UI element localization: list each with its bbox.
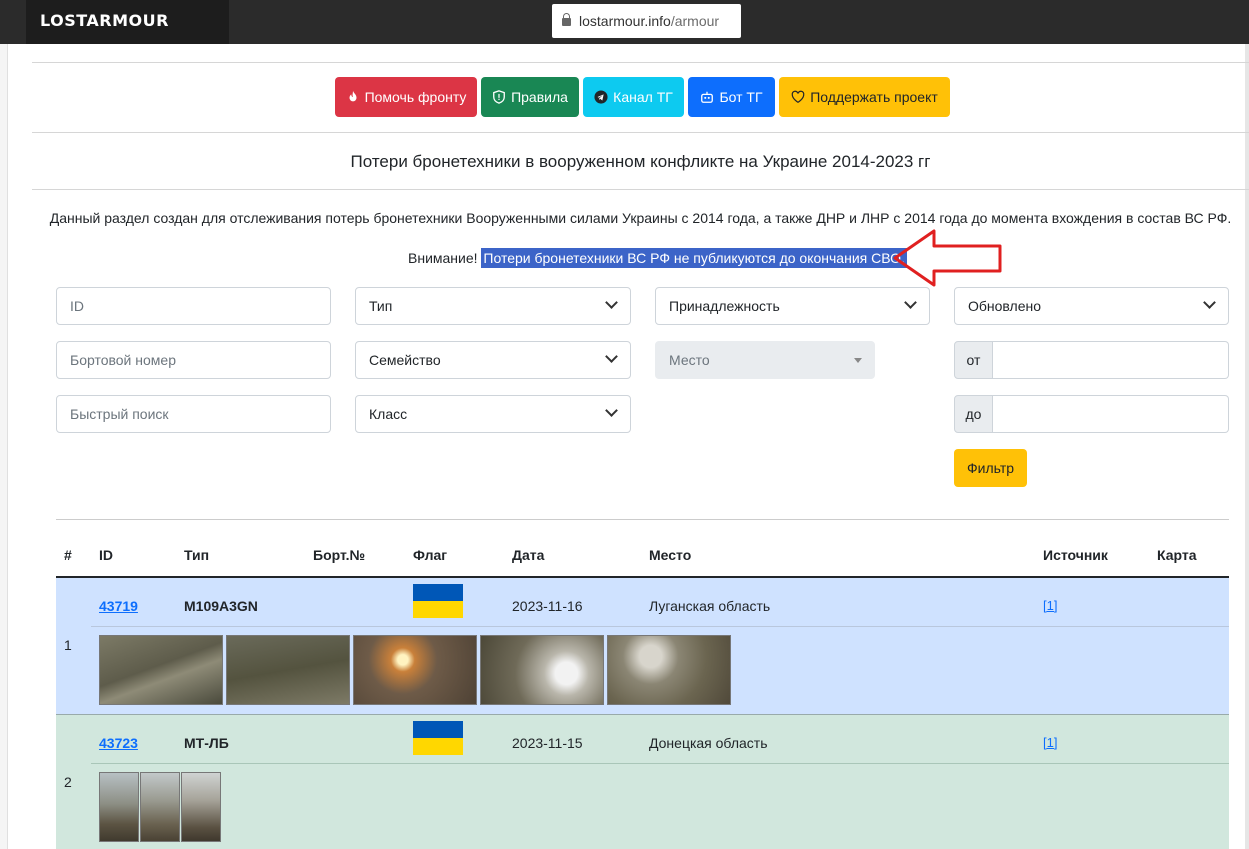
ukraine-flag-icon bbox=[413, 721, 463, 755]
fire-icon bbox=[349, 90, 357, 102]
help-front-label: Помочь фронту bbox=[364, 89, 467, 105]
page-description: Данный раздел создан для отслеживания по… bbox=[49, 210, 1232, 226]
site-logo[interactable]: LOSTARMOUR bbox=[26, 0, 229, 44]
row-id-link[interactable]: 43719 bbox=[99, 598, 138, 614]
support-project-button[interactable]: Поддержать проект bbox=[779, 77, 950, 117]
table-row: 1 43719 M109A3GN 2023-11-16 Луганская об… bbox=[56, 578, 1229, 714]
col-header-place[interactable]: Место bbox=[649, 547, 691, 563]
family-select-label: Семейство bbox=[369, 352, 441, 368]
date-to-label: до bbox=[954, 395, 993, 433]
rules-label: Правила bbox=[511, 89, 568, 105]
affiliation-select-label: Принадлежность bbox=[669, 298, 780, 314]
photo-strip bbox=[99, 772, 221, 842]
url-host: lostarmour.info bbox=[579, 13, 671, 29]
class-select[interactable]: Класс bbox=[355, 395, 631, 433]
photo-thumbnail[interactable] bbox=[226, 635, 350, 705]
place-select[interactable]: Место bbox=[655, 341, 875, 379]
row-divider bbox=[91, 626, 1229, 627]
row-type: МТ-ЛБ bbox=[184, 735, 229, 751]
shield-icon bbox=[493, 90, 505, 104]
place-select-label: Место bbox=[669, 352, 710, 368]
date-from-label: от bbox=[954, 341, 993, 379]
col-header-num: # bbox=[64, 547, 72, 563]
telegram-icon bbox=[594, 90, 608, 104]
ukraine-flag-icon bbox=[413, 584, 463, 618]
warning-label: Внимание! bbox=[408, 250, 478, 266]
id-input[interactable]: ID bbox=[56, 287, 331, 325]
photo-thumbnail[interactable] bbox=[607, 635, 731, 705]
row-number: 1 bbox=[64, 637, 72, 653]
updated-select[interactable]: Обновлено bbox=[954, 287, 1229, 325]
col-header-id[interactable]: ID bbox=[99, 547, 113, 563]
header-nav: Помочь фронту Правила Канал ТГ Бот ТГ По… bbox=[335, 77, 950, 117]
caret-down-icon bbox=[854, 358, 862, 363]
warning-notice: Внимание! Потери бронетехники ВС РФ не п… bbox=[408, 248, 907, 268]
quick-search-input[interactable]: Быстрый поиск bbox=[56, 395, 331, 433]
left-edge bbox=[0, 44, 8, 849]
photo-thumbnail[interactable] bbox=[480, 635, 604, 705]
address-bar[interactable]: lostarmour.info/armour bbox=[552, 4, 741, 38]
chevron-down-icon bbox=[1203, 296, 1216, 309]
date-from-group: от bbox=[954, 341, 1229, 379]
tg-channel-label: Канал ТГ bbox=[613, 89, 673, 105]
row-id-link[interactable]: 43723 bbox=[99, 735, 138, 751]
type-select[interactable]: Тип bbox=[355, 287, 631, 325]
board-number-input[interactable]: Бортовой номер bbox=[56, 341, 331, 379]
row-date: 2023-11-16 bbox=[512, 598, 583, 614]
chevron-down-icon bbox=[605, 350, 618, 363]
photo-thumbnail[interactable] bbox=[99, 772, 139, 842]
divider bbox=[32, 132, 1249, 133]
row-source-link[interactable]: [1] bbox=[1043, 735, 1057, 750]
family-select[interactable]: Семейство bbox=[355, 341, 631, 379]
class-select-label: Класс bbox=[369, 406, 408, 422]
col-header-flag: Флаг bbox=[413, 547, 448, 563]
browser-toolbar: LOSTARMOUR lostarmour.info/armour bbox=[0, 0, 1249, 44]
heart-icon bbox=[791, 90, 805, 103]
rules-button[interactable]: Правила bbox=[481, 77, 579, 117]
divider bbox=[56, 519, 1229, 520]
row-type: M109A3GN bbox=[184, 598, 258, 614]
date-to-input[interactable] bbox=[993, 395, 1229, 433]
col-header-date[interactable]: Дата bbox=[512, 547, 544, 563]
table-header: # ID Тип Борт.№ Флаг Дата Место Источник… bbox=[56, 538, 1229, 576]
table-row: 2 43723 МТ-ЛБ 2023-11-15 Донецкая област… bbox=[56, 714, 1229, 849]
date-from-input[interactable] bbox=[993, 341, 1229, 379]
row-place: Луганская область bbox=[649, 598, 771, 614]
filter-button[interactable]: Фильтр bbox=[954, 449, 1027, 487]
row-number: 2 bbox=[64, 774, 72, 790]
divider bbox=[32, 189, 1249, 190]
type-select-label: Тип bbox=[369, 298, 393, 314]
chevron-down-icon bbox=[904, 296, 917, 309]
warning-text: Потери бронетехники ВС РФ не публикуются… bbox=[481, 248, 907, 268]
help-front-button[interactable]: Помочь фронту bbox=[335, 77, 477, 117]
col-header-map: Карта bbox=[1157, 547, 1197, 563]
col-header-board[interactable]: Борт.№ bbox=[313, 547, 365, 563]
photo-strip bbox=[99, 635, 731, 705]
photo-thumbnail[interactable] bbox=[181, 772, 221, 842]
support-project-label: Поддержать проект bbox=[810, 89, 938, 105]
row-place: Донецкая область bbox=[649, 735, 768, 751]
chevron-down-icon bbox=[605, 404, 618, 417]
robot-icon bbox=[701, 91, 714, 103]
date-to-group: до bbox=[954, 395, 1229, 433]
red-arrow-annotation bbox=[893, 229, 1002, 287]
col-header-source: Источник bbox=[1043, 547, 1108, 563]
url-path: /armour bbox=[670, 13, 720, 29]
row-source-link[interactable]: [1] bbox=[1043, 598, 1057, 613]
row-divider bbox=[91, 763, 1229, 764]
photo-thumbnail[interactable] bbox=[140, 772, 180, 842]
lock-icon bbox=[562, 13, 571, 26]
col-header-type[interactable]: Тип bbox=[184, 547, 209, 563]
tg-bot-button[interactable]: Бот ТГ bbox=[688, 77, 775, 117]
divider bbox=[32, 62, 1249, 63]
row-date: 2023-11-15 bbox=[512, 735, 583, 751]
updated-select-label: Обновлено bbox=[968, 298, 1042, 314]
photo-thumbnail[interactable] bbox=[353, 635, 477, 705]
tg-channel-button[interactable]: Канал ТГ bbox=[583, 77, 684, 117]
tg-bot-label: Бот ТГ bbox=[719, 89, 763, 105]
chevron-down-icon bbox=[605, 296, 618, 309]
photo-thumbnail[interactable] bbox=[99, 635, 223, 705]
page-title: Потери бронетехники в вооруженном конфли… bbox=[350, 152, 931, 171]
affiliation-select[interactable]: Принадлежность bbox=[655, 287, 930, 325]
